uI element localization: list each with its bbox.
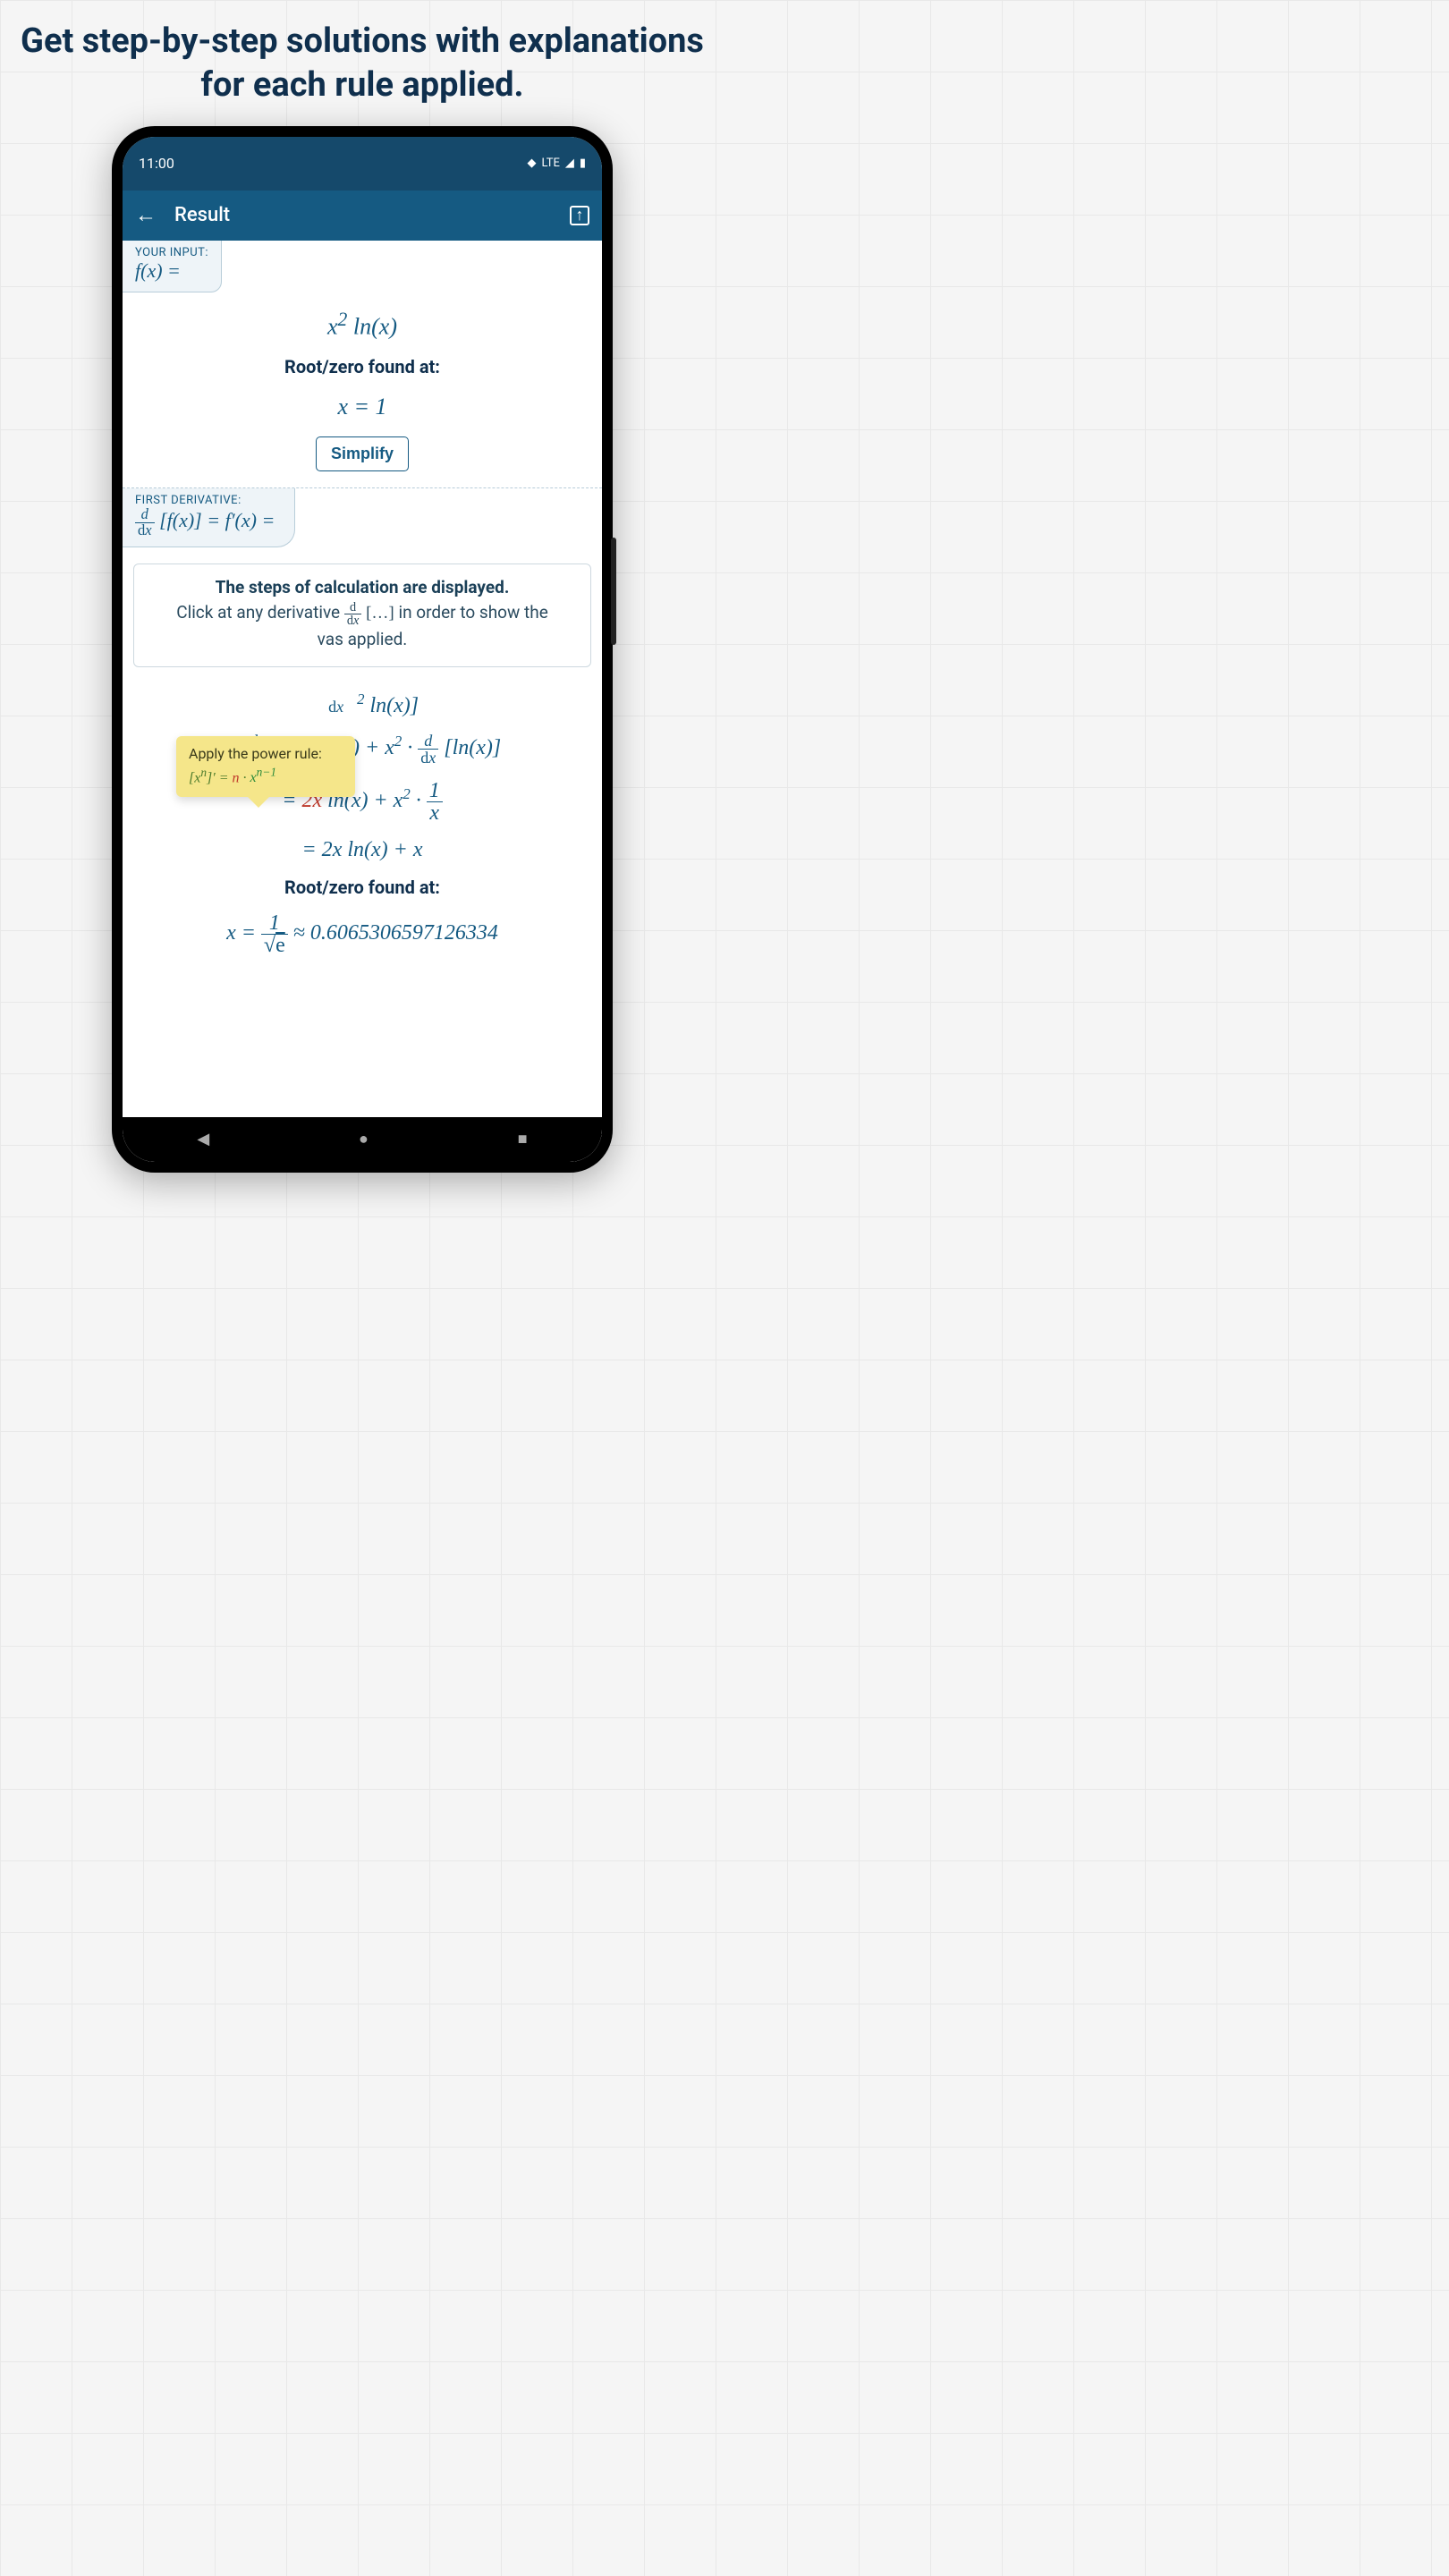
root-value-2: x = 1√e ≈ 0.6065306597126334 (130, 912, 595, 956)
input-section-label: YOUR INPUT: f(x) = (123, 241, 222, 292)
status-time: 11:00 (139, 155, 174, 172)
first-derivative-label-text: FIRST DERIVATIVE: (135, 494, 275, 507)
status-indicators: ◆ LTE ◢ ▮ (527, 157, 586, 170)
nav-home[interactable]: ● (359, 1130, 369, 1148)
input-expression: x2 ln(x) (123, 309, 602, 341)
tooltip-formula: [xn]′ = n · xn−1 (189, 766, 343, 786)
export-button[interactable]: ↑ (570, 206, 589, 225)
info-line2: Click at any derivative ddx […] in order… (147, 600, 578, 627)
power-rule-tooltip: Apply the power rule: [xn]′ = n · xn−1 (176, 736, 355, 797)
step-3: = 2x ln(x) + x (130, 838, 595, 862)
app-bar: ← Result ↑ (123, 191, 602, 241)
nav-back[interactable]: ◀ (197, 1130, 209, 1148)
first-derivative-label: FIRST DERIVATIVE: ddx [f(x)] = f′(x) = (123, 488, 295, 547)
steps-info-box: The steps of calculation are displayed. … (133, 564, 591, 666)
power-button (611, 538, 616, 645)
android-nav-bar: ◀ ● ■ (123, 1117, 602, 1162)
promo-headline: Get step-by-step solutions with explanat… (0, 0, 724, 117)
network-label: LTE (541, 157, 559, 170)
page-title: Result (174, 204, 570, 226)
first-derivative-lhs: ddx [f(x)] = f′(x) = (135, 507, 275, 538)
status-bar: 11:00 ◆ LTE ◢ ▮ (123, 137, 602, 191)
phone-frame: 11:00 ◆ LTE ◢ ▮ ← Result ↑ YOUR INPUT: f… (112, 126, 613, 1173)
info-derivative-notation: ddx […] (344, 604, 399, 623)
content-area: YOUR INPUT: f(x) = x2 ln(x) Root/zero fo… (123, 241, 602, 1117)
info-line3-partial: vas applied. (318, 627, 408, 652)
nav-recent[interactable]: ■ (518, 1130, 528, 1148)
input-lhs: f(x) = (135, 259, 208, 283)
root-value: x = 1 (123, 394, 602, 420)
input-label-text: YOUR INPUT: (135, 246, 208, 259)
step-0[interactable]: = dx 2 ln(x)] (130, 691, 595, 718)
root-found-label-2: Root/zero found at: (123, 877, 602, 898)
wifi-icon: ◆ (527, 157, 536, 170)
phone-screen: 11:00 ◆ LTE ◢ ▮ ← Result ↑ YOUR INPUT: f… (123, 137, 602, 1162)
signal-icon: ◢ (565, 157, 574, 170)
tooltip-title: Apply the power rule: (189, 745, 343, 762)
info-line1: The steps of calculation are displayed. (147, 575, 578, 600)
simplify-button[interactable]: Simplify (316, 436, 409, 471)
back-button[interactable]: ← (135, 202, 157, 228)
battery-icon: ▮ (580, 157, 586, 170)
root-found-label: Root/zero found at: (123, 356, 602, 377)
